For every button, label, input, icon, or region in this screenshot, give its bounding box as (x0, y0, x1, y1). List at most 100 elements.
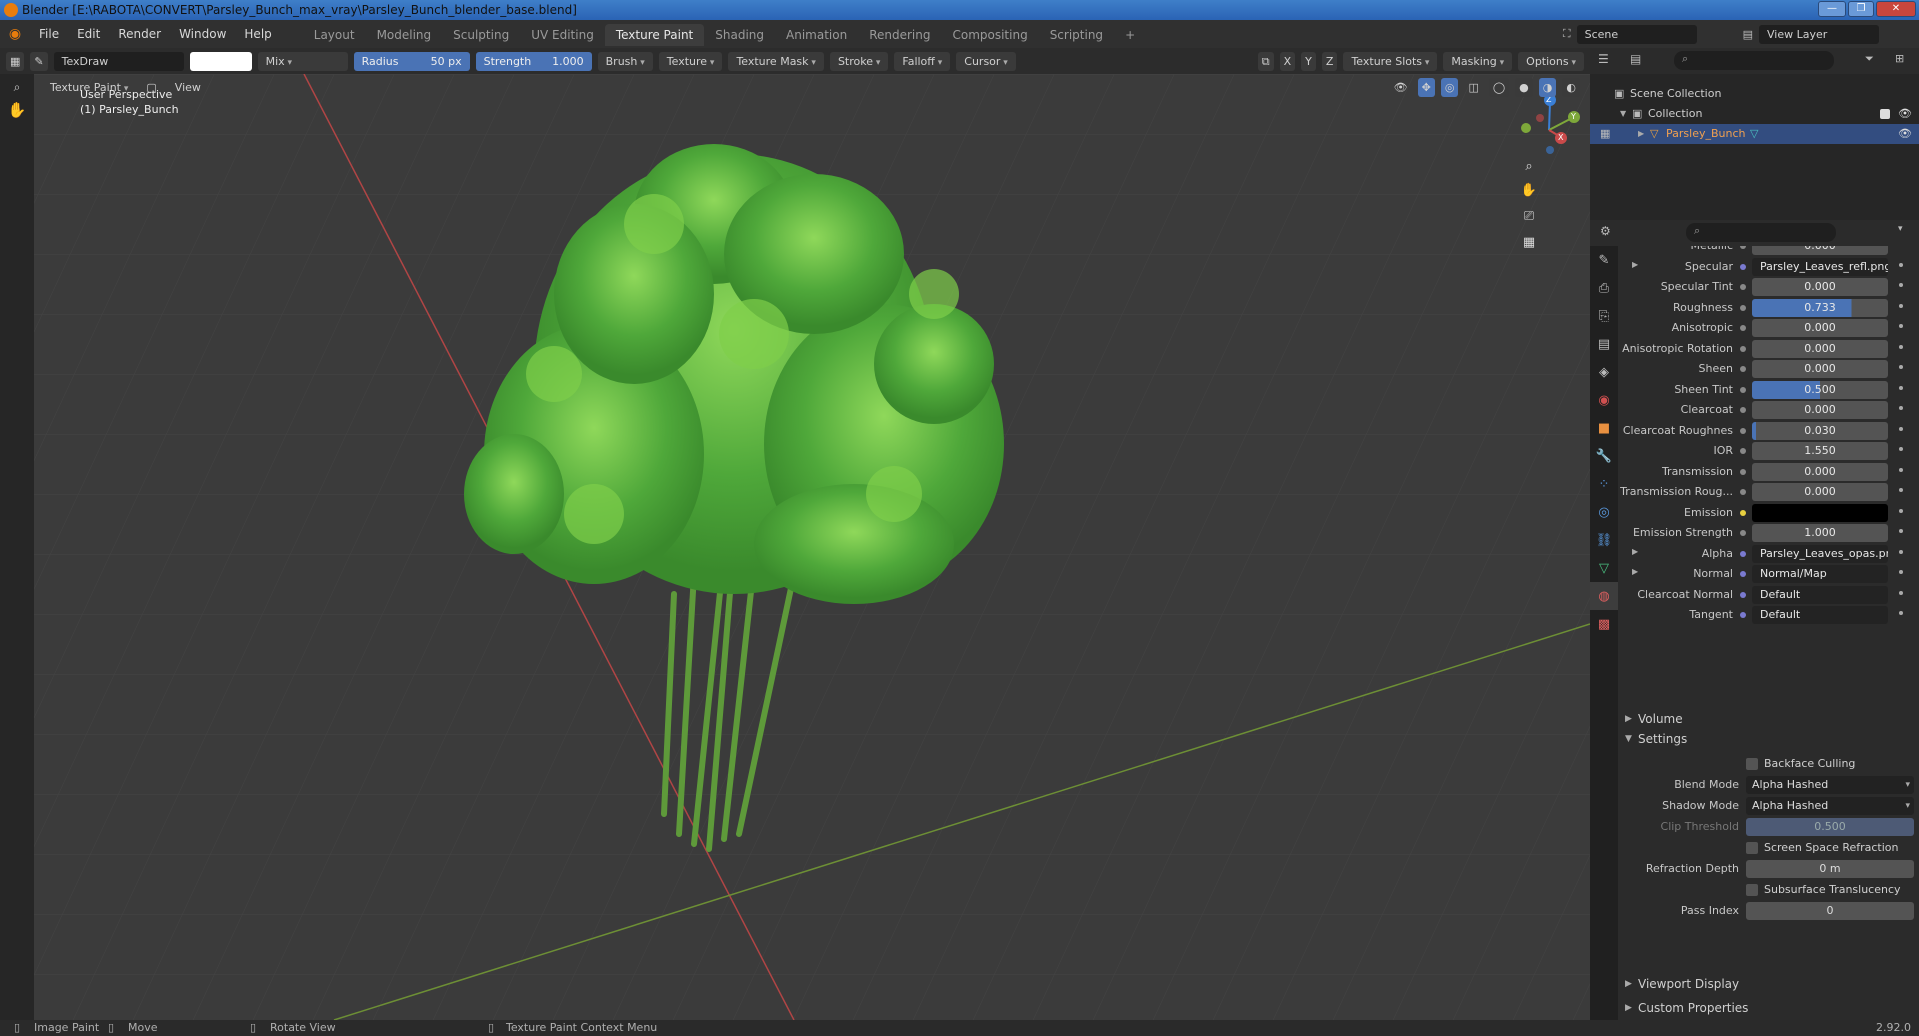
outliner-object-parsley[interactable]: ▦ ▶ ▽ Parsley_Bunch ▽ 👁 (1590, 124, 1919, 144)
keyframe-dot-icon[interactable] (1899, 283, 1903, 287)
shadow-mode-dropdown[interactable]: Alpha Hashed (1746, 797, 1914, 815)
socket-icon[interactable] (1740, 427, 1746, 434)
world-tab-icon[interactable]: ◉ (1590, 386, 1618, 414)
strength-slider[interactable]: Strength 1.000 (475, 51, 592, 71)
add-workspace-button[interactable]: + (1114, 24, 1146, 46)
subsurface-translucency-checkbox[interactable] (1746, 884, 1758, 896)
socket-icon[interactable] (1740, 304, 1746, 311)
socket-icon[interactable] (1740, 345, 1746, 352)
tool-tab-icon[interactable]: ✎ (1590, 246, 1618, 274)
refraction-depth-field[interactable]: 0 m (1746, 860, 1914, 878)
prop-value-slider[interactable]: 0.000 (1752, 246, 1888, 255)
socket-icon[interactable] (1740, 489, 1746, 495)
render-tab-icon[interactable]: ⎙ (1590, 274, 1618, 302)
modifier-tab-icon[interactable]: 🔧 (1590, 442, 1618, 470)
mirror-z-button[interactable]: Z (1321, 51, 1338, 71)
brush-name-field[interactable]: TexDraw (53, 51, 184, 71)
keyframe-dot-icon[interactable] (1899, 529, 1903, 533)
socket-icon[interactable] (1740, 571, 1746, 577)
xray-icon[interactable]: ◫ (1464, 78, 1482, 97)
keyframe-dot-icon[interactable] (1899, 344, 1903, 349)
rendered-shading-icon[interactable]: ◐ (1562, 77, 1580, 97)
section-settings[interactable]: ▼ Settings (1618, 728, 1919, 750)
keyframe-dot-icon[interactable] (1899, 549, 1903, 554)
keyframe-dot-icon[interactable] (1899, 365, 1903, 369)
menu-falloff[interactable]: Falloff (894, 51, 951, 71)
particles-tab-icon[interactable]: ⁘ (1590, 470, 1618, 498)
eye-icon[interactable]: 👁 (1898, 104, 1912, 124)
socket-icon[interactable] (1740, 246, 1746, 249)
outliner-collection[interactable]: ▼ ▣ Collection 👁 (1590, 104, 1919, 124)
prop-value-slider[interactable]: 0.000 (1752, 339, 1888, 358)
keyframe-dot-icon[interactable] (1899, 447, 1903, 451)
prop-value-slider[interactable]: 0.030 (1752, 421, 1888, 440)
collection-expand-icon[interactable]: ▼ (1620, 104, 1626, 124)
zoom-icon[interactable]: ⌕ (2, 77, 32, 97)
minimize-button[interactable]: — (1818, 1, 1846, 17)
object-expand-icon[interactable]: ▶ (1638, 124, 1644, 144)
brush-color-swatch[interactable] (189, 51, 252, 71)
tab-layout[interactable]: Layout (303, 24, 366, 46)
menu-render[interactable]: Render (109, 20, 170, 48)
socket-icon[interactable] (1740, 263, 1746, 270)
keyframe-dot-icon[interactable] (1899, 262, 1903, 267)
socket-icon[interactable] (1740, 468, 1746, 475)
tool-settings-icon[interactable]: ✎ (30, 51, 48, 71)
section-viewport-display[interactable]: ▶ Viewport Display (1618, 973, 1919, 995)
prop-value-slider[interactable]: 0.000 (1752, 278, 1888, 296)
gizmo-toggle-icon[interactable]: ✥ (1417, 77, 1435, 97)
menu-view[interactable]: View (167, 78, 209, 97)
tab-rendering[interactable]: Rendering (858, 24, 941, 46)
keyframe-dot-icon[interactable] (1899, 467, 1903, 472)
prop-value-slider[interactable]: 0.000 (1752, 319, 1888, 337)
prop-value-slider[interactable]: 0.000 (1752, 462, 1888, 481)
socket-icon[interactable] (1740, 612, 1746, 618)
tab-shading[interactable]: Shading (704, 24, 775, 46)
socket-icon[interactable] (1740, 407, 1746, 413)
overlay-toggle-icon[interactable]: ◎ (1440, 77, 1459, 97)
keyframe-dot-icon[interactable] (1899, 508, 1903, 513)
expand-icon[interactable]: ▶ (1632, 260, 1638, 269)
section-volume[interactable]: ▶ Volume (1618, 708, 1919, 730)
wireframe-shading-icon[interactable]: ◯ (1488, 77, 1510, 97)
pass-index-field[interactable]: 0 (1746, 902, 1914, 920)
keyframe-dot-icon[interactable] (1899, 385, 1903, 390)
blender-menu-icon[interactable]: ◉ (0, 26, 30, 42)
menu-brush[interactable]: Brush (597, 51, 653, 71)
prop-value-slider[interactable]: 0.000 (1752, 483, 1888, 501)
prop-value-slider[interactable]: 0.500 (1752, 380, 1888, 399)
tab-texture-paint[interactable]: Texture Paint (604, 24, 705, 46)
zoom-icon[interactable]: ⌕ (1518, 156, 1540, 178)
outliner-scene-collection[interactable]: ▣ Scene Collection (1590, 84, 1919, 104)
prop-link-field[interactable]: Default (1752, 585, 1888, 604)
symmetry-icon[interactable]: ⧉ (1257, 51, 1274, 71)
material-shading-icon[interactable]: ◑ (1538, 77, 1557, 97)
tab-sculpting[interactable]: Sculpting (442, 24, 520, 46)
mask-toggle-icon[interactable]: ▢ (142, 78, 160, 97)
scene-selector[interactable]: Scene (1576, 24, 1697, 44)
menu-stroke[interactable]: Stroke (829, 51, 889, 71)
hand-icon[interactable]: ✋ (2, 100, 32, 120)
pan-hand-icon[interactable]: ✋ (1518, 180, 1540, 202)
backface-culling-checkbox[interactable] (1746, 758, 1758, 770)
keyframe-dot-icon[interactable] (1899, 590, 1903, 595)
menu-options[interactable]: Options (1518, 51, 1584, 71)
3d-viewport[interactable]: User Perspective (1) Parsley_Bunch Z Y X… (34, 74, 1590, 1020)
keyframe-dot-icon[interactable] (1899, 570, 1903, 574)
scene-tab-icon[interactable]: ◈ (1590, 358, 1618, 386)
view-layer-tab-icon[interactable]: ▤ (1590, 330, 1618, 358)
socket-icon[interactable] (1740, 509, 1746, 516)
tab-uv-editing[interactable]: UV Editing (520, 24, 605, 46)
socket-icon[interactable] (1740, 448, 1746, 454)
display-mode-icon[interactable]: ▤ (1630, 52, 1641, 66)
menu-cursor[interactable]: Cursor (956, 51, 1016, 71)
properties-search-input[interactable] (1686, 223, 1836, 242)
close-button[interactable]: ✕ (1876, 1, 1916, 17)
menu-edit[interactable]: Edit (68, 20, 109, 48)
tab-scripting[interactable]: Scripting (1039, 24, 1114, 46)
keyframe-dot-icon[interactable] (1899, 426, 1903, 431)
filter-icon[interactable]: ⏷ (1865, 52, 1874, 66)
editor-type-icon[interactable]: ▦ (6, 51, 25, 71)
solid-shading-icon[interactable]: ● (1515, 77, 1533, 97)
prop-value-slider[interactable]: 0.000 (1752, 360, 1888, 378)
